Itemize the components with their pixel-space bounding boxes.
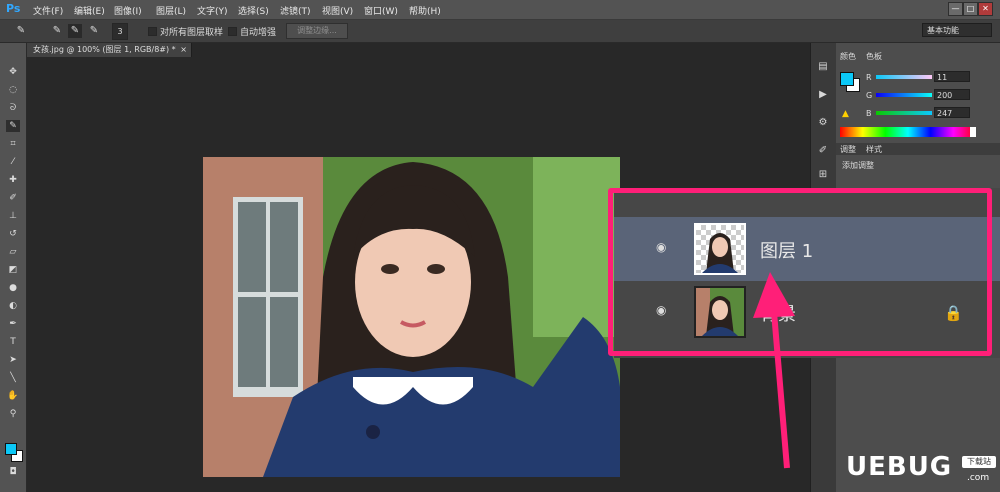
color-panel-foreground[interactable] <box>840 72 854 86</box>
watermark-logo: UEBUG <box>846 452 953 482</box>
watermark-domain: .com <box>967 473 990 483</box>
foreground-color-swatch[interactable] <box>5 443 17 455</box>
watermark-sub: 下载站 <box>962 456 996 468</box>
